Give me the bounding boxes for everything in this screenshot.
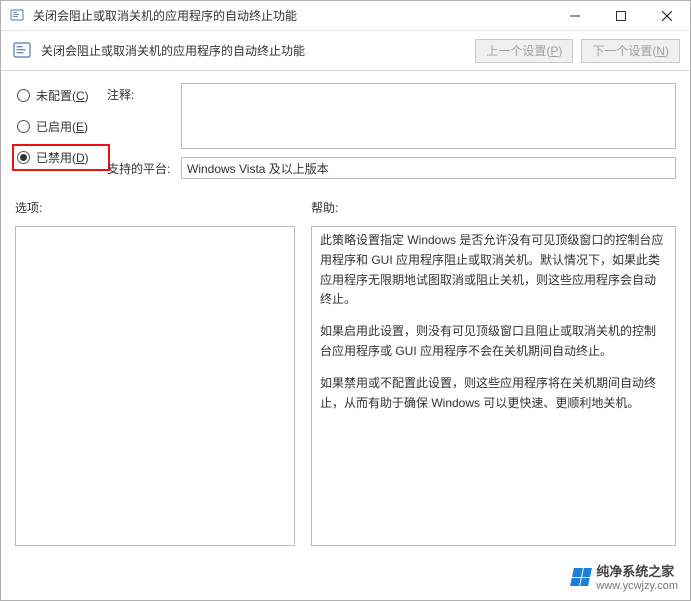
titlebar-title: 关闭会阻止或取消关机的应用程序的自动终止功能	[33, 7, 552, 24]
platform-label: 支持的平台:	[107, 157, 181, 177]
radio-not-configured[interactable]: 未配置(C)	[15, 85, 107, 106]
options-box	[15, 226, 295, 546]
watermark-logo-icon	[570, 568, 592, 586]
watermark-url: www.ycwjzy.com	[596, 580, 678, 592]
maximize-button[interactable]	[598, 1, 644, 31]
titlebar: 关闭会阻止或取消关机的应用程序的自动终止功能	[1, 1, 690, 31]
radio-icon	[17, 120, 30, 133]
close-button[interactable]	[644, 1, 690, 31]
help-box: 此策略设置指定 Windows 是否允许没有可见顶级窗口的控制台应用程序和 GU…	[311, 226, 676, 546]
comment-label: 注释:	[107, 83, 181, 103]
header-row: 关闭会阻止或取消关机的应用程序的自动终止功能 上一个设置(P) 下一个设置(N)	[1, 31, 690, 71]
options-label: 选项:	[15, 199, 295, 216]
policy-icon	[9, 8, 25, 24]
minimize-button[interactable]	[552, 1, 598, 31]
radio-enabled[interactable]: 已启用(E)	[15, 116, 107, 137]
policy-header-icon	[11, 40, 33, 62]
comment-input[interactable]	[181, 83, 676, 149]
radio-icon	[17, 151, 30, 164]
radio-disabled[interactable]: 已禁用(D)	[15, 147, 107, 168]
help-paragraph: 如果启用此设置，则没有可见顶级窗口且阻止或取消关机的控制台应用程序或 GUI 应…	[320, 322, 667, 362]
help-paragraph: 此策略设置指定 Windows 是否允许没有可见顶级窗口的控制台应用程序和 GU…	[320, 231, 667, 310]
next-setting-button[interactable]: 下一个设置(N)	[581, 39, 680, 63]
watermark: 纯净系统之家 www.ycwjzy.com	[572, 561, 678, 592]
platform-input[interactable]	[181, 157, 676, 179]
radio-group: 未配置(C) 已启用(E) 已禁用(D)	[15, 83, 107, 179]
help-paragraph: 如果禁用或不配置此设置，则这些应用程序将在关机期间自动终止，从而有助于确保 Wi…	[320, 374, 667, 414]
header-title: 关闭会阻止或取消关机的应用程序的自动终止功能	[41, 42, 475, 59]
prev-setting-button[interactable]: 上一个设置(P)	[475, 39, 573, 63]
help-label: 帮助:	[311, 199, 676, 216]
window-controls	[552, 1, 690, 31]
watermark-brand: 纯净系统之家	[596, 561, 678, 580]
radio-icon	[17, 89, 30, 102]
